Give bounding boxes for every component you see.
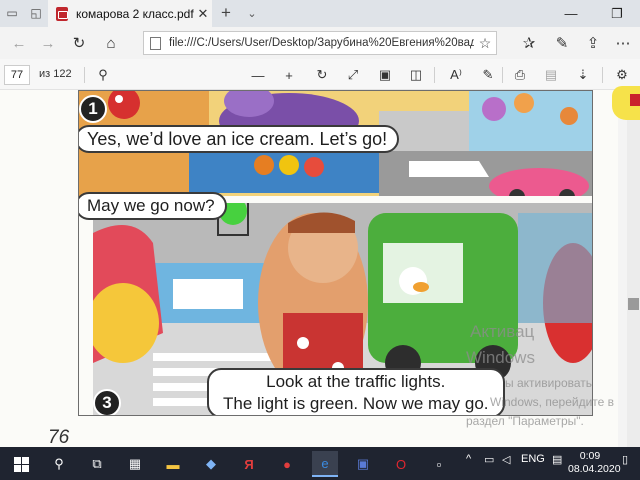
edge-browser-icon[interactable]: e bbox=[312, 451, 338, 477]
media-player-icon[interactable]: ◆ bbox=[198, 451, 224, 477]
toolbar-divider bbox=[502, 67, 503, 83]
tab-bar: ▭ ◱ комарова 2 класс.pdf ✕ + ⌄ — ❐ bbox=[0, 0, 640, 27]
toolbar-divider bbox=[84, 67, 85, 83]
network-icon[interactable]: ▭ bbox=[484, 453, 494, 466]
favorites-icon[interactable]: ✰ bbox=[518, 33, 540, 53]
windows-logo-icon bbox=[13, 456, 29, 472]
toolbar-divider bbox=[602, 67, 603, 83]
fit-page-icon[interactable]: ⤢ bbox=[343, 65, 363, 85]
yandex-icon[interactable]: ● bbox=[274, 451, 300, 477]
read-aloud-icon[interactable]: A⁾ bbox=[446, 65, 466, 85]
word-icon[interactable]: ▣ bbox=[350, 451, 376, 477]
file-icon bbox=[150, 36, 161, 50]
page-view-icon[interactable]: ◫ bbox=[406, 65, 426, 85]
page-number-input[interactable]: 77 bbox=[4, 65, 30, 85]
new-tab-button[interactable]: + bbox=[216, 3, 236, 22]
panel-number-3: 3 bbox=[93, 389, 121, 415]
scrollbar-thumb[interactable] bbox=[628, 298, 639, 310]
cursor-highlight-icon bbox=[612, 86, 640, 120]
app-icon[interactable]: ▫ bbox=[426, 451, 452, 477]
navigation-bar: ← → ↻ ⌂ file:///C:/Users/User/Desktop/За… bbox=[0, 27, 640, 59]
favorite-star-icon[interactable]: ☆ bbox=[474, 35, 496, 52]
activation-watermark-title: Активац bbox=[470, 322, 535, 341]
input-language[interactable]: ENG bbox=[521, 453, 545, 465]
close-window-button[interactable] bbox=[594, 0, 640, 27]
address-url: file:///C:/Users/User/Desktop/Зарубина%2… bbox=[169, 37, 474, 49]
tabs-aside-icon[interactable]: ◱ bbox=[26, 4, 46, 22]
speech-bubble-2: May we go now? bbox=[79, 192, 227, 220]
tab-list-chevron-icon[interactable]: ⌄ bbox=[244, 4, 260, 22]
notes-pen-icon[interactable]: ✎ bbox=[551, 33, 573, 53]
draw-icon[interactable]: ✎ bbox=[478, 65, 498, 85]
clock-time: 0:09 bbox=[579, 450, 601, 462]
pdf-toolbar: 77 из 122 ⚲ — + ↻ ⤢ ▣ ◫ A⁾ ✎ ⎙ ▤ ⇣ ⚙ bbox=[0, 59, 640, 90]
start-button[interactable] bbox=[8, 451, 34, 477]
show-hidden-icons-icon[interactable]: ^ bbox=[466, 453, 471, 465]
page-number-label: 76 bbox=[48, 427, 70, 448]
home-button[interactable]: ⌂ bbox=[100, 33, 122, 53]
refresh-button[interactable]: ↻ bbox=[68, 33, 90, 53]
speech-bubble-1: Yes, we’d love an ice cream. Let’s go! bbox=[79, 125, 400, 153]
save-as-icon[interactable]: ⇣ bbox=[573, 65, 593, 85]
back-button[interactable]: ← bbox=[8, 33, 30, 53]
more-menu-icon[interactable]: ⋯ bbox=[612, 33, 634, 53]
print-icon[interactable]: ⎙ bbox=[510, 65, 530, 85]
file-explorer-icon[interactable]: ▬ bbox=[160, 451, 186, 477]
activation-watermark-windows: Windows bbox=[466, 348, 535, 367]
action-center-icon[interactable]: ▤ bbox=[552, 453, 562, 466]
pin-toolbar-icon[interactable]: ⚙ bbox=[612, 65, 632, 85]
forward-button[interactable]: → bbox=[37, 33, 59, 53]
speech-bubble-3: Look at the traffic lights. The light is… bbox=[207, 368, 505, 415]
activation-watermark-line-5: раздел "Параметры". bbox=[466, 414, 584, 428]
search-icon[interactable]: ⚲ bbox=[93, 65, 113, 85]
minimize-button[interactable]: — bbox=[548, 0, 594, 27]
speech-bubble-3-line-2: The light is green. Now we may go. bbox=[223, 394, 489, 413]
close-tab-icon[interactable]: ✕ bbox=[194, 6, 212, 22]
activation-watermark-line-4: Windows, перейдите в bbox=[490, 395, 615, 409]
pdf-file-icon bbox=[56, 6, 68, 21]
panel-number-1: 1 bbox=[79, 95, 107, 123]
taskbar: ⚲ ⧉ ▦ ▬ ◆ Я ● e ▣ O ▫ ^ ▭ ◁ ENG ▤ 0:09 0… bbox=[0, 447, 640, 480]
search-taskbar-icon[interactable]: ⚲ bbox=[46, 451, 72, 477]
page-count: из 122 bbox=[39, 68, 72, 80]
speech-bubble-3-line-1: Look at the traffic lights. bbox=[266, 372, 446, 391]
toolbar-divider bbox=[434, 67, 435, 83]
full-screen-icon[interactable]: ▣ bbox=[375, 65, 395, 85]
tab-title: комарова 2 класс.pdf bbox=[76, 6, 194, 21]
vertical-scrollbar[interactable] bbox=[627, 90, 640, 447]
notifications-icon[interactable]: ▯ bbox=[622, 453, 628, 466]
share-icon[interactable]: ⇪ bbox=[582, 33, 604, 53]
clock-date: 08.04.2020 bbox=[568, 463, 621, 475]
active-tab[interactable]: комарова 2 класс.pdf ✕ bbox=[48, 0, 212, 27]
address-bar[interactable]: file:///C:/Users/User/Desktop/Зарубина%2… bbox=[143, 31, 497, 55]
opera-icon[interactable]: O bbox=[388, 451, 414, 477]
zoom-in-icon[interactable]: + bbox=[279, 65, 299, 85]
yandex-browser-icon[interactable]: Я bbox=[236, 451, 262, 477]
rotate-icon[interactable]: ↻ bbox=[312, 65, 332, 85]
zoom-out-icon[interactable]: — bbox=[248, 65, 268, 85]
activation-watermark-line-3: ы активировать bbox=[505, 376, 593, 390]
tab-actions-icon[interactable]: ▭ bbox=[2, 4, 22, 22]
task-view-icon[interactable]: ⧉ bbox=[84, 451, 110, 477]
volume-icon[interactable]: ◁ bbox=[502, 453, 510, 466]
system-clock[interactable]: 0:09 08.04.2020 bbox=[568, 450, 621, 476]
save-icon[interactable]: ▤ bbox=[541, 65, 561, 85]
calculator-icon[interactable]: ▦ bbox=[122, 451, 148, 477]
